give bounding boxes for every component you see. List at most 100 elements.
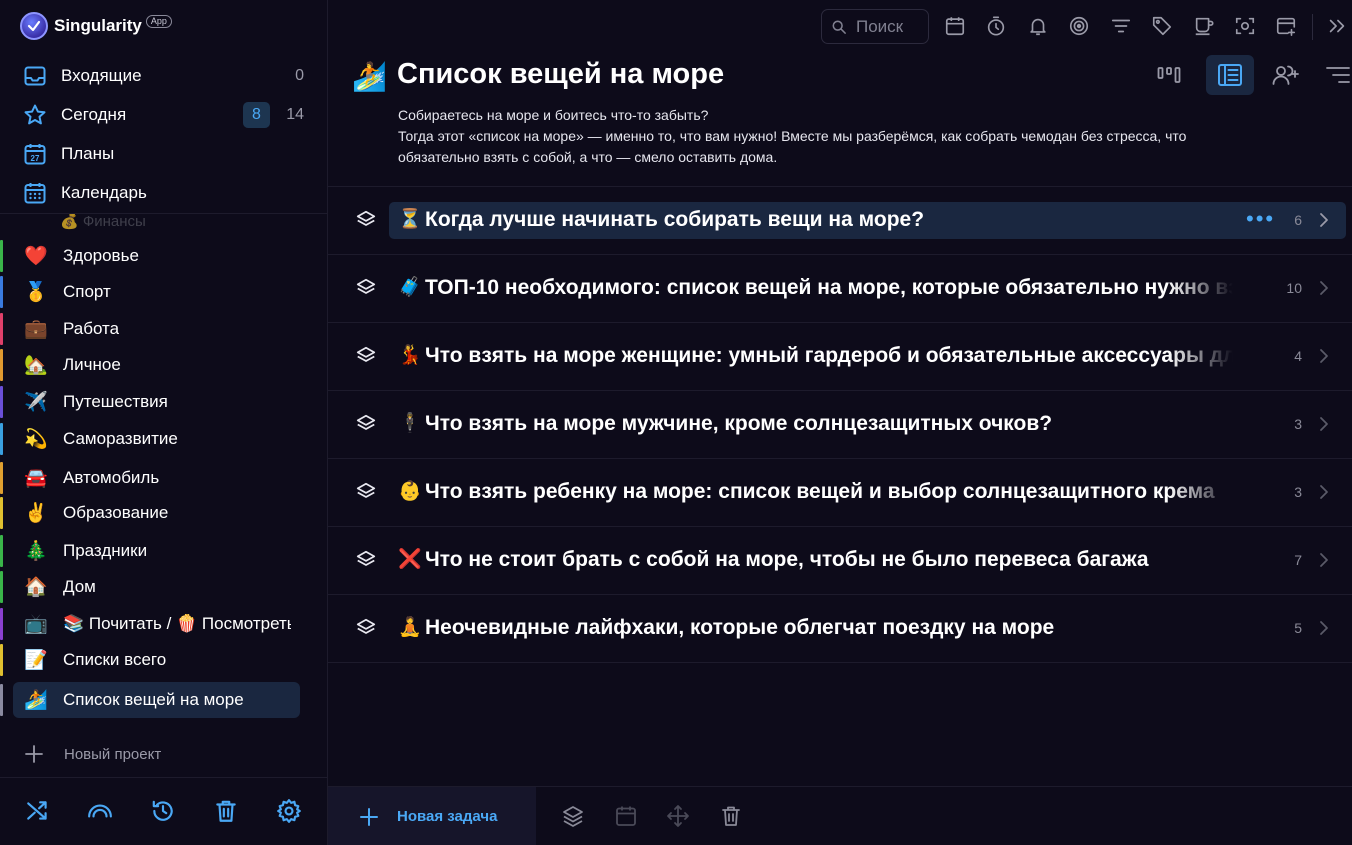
task-row[interactable]: 🧘 Неочевидные лайфхаки, которые облегчат …	[328, 595, 1352, 663]
project-color-bar	[0, 608, 3, 640]
project-item[interactable]: 📺 📚 Почитать / 🍿 Посмотреть	[0, 606, 328, 642]
search-input[interactable]	[856, 16, 928, 37]
page-title[interactable]: Список вещей на море	[397, 58, 724, 91]
chevron-right-icon[interactable]	[1317, 619, 1331, 637]
app-brand[interactable]: Singularity App	[20, 11, 172, 41]
project-item[interactable]: 🥇 Спорт	[0, 274, 328, 310]
calendar-icon[interactable]	[614, 804, 638, 828]
today-badge: 8	[243, 101, 270, 128]
nav-item-today[interactable]: Сегодня 8 14	[0, 95, 328, 134]
project-label: Список вещей на море	[63, 690, 244, 709]
add-member-button[interactable]	[1262, 55, 1310, 95]
calendar-27-icon: 27	[24, 143, 46, 164]
task-row[interactable]: ⏳ Когда лучше начинать собирать вещи на м…	[328, 187, 1352, 255]
filter-icon[interactable]	[1110, 15, 1132, 37]
project-item[interactable]: 💫 Саморазвитие	[0, 421, 328, 457]
project-color-bar	[0, 684, 3, 716]
project-item[interactable]: 🏡 Личное	[0, 347, 328, 383]
chevron-right-icon[interactable]	[1317, 551, 1331, 569]
task-title: ТОП-10 необходимого: список вещей на мор…	[425, 276, 1233, 299]
page-description[interactable]: Собираетесь на море и боитесь что-то заб…	[398, 105, 1278, 168]
scan-icon[interactable]	[1234, 15, 1256, 37]
chevron-right-icon[interactable]	[1317, 211, 1331, 229]
coffee-icon[interactable]	[1193, 15, 1215, 37]
list-view-button[interactable]	[1206, 55, 1254, 95]
calendar-icon[interactable]	[944, 15, 966, 37]
subtasks-icon[interactable]	[355, 413, 377, 435]
task-row[interactable]: 💃 Что взять на море женщине: умный гардер…	[328, 323, 1352, 391]
new-task-label: Новая задача	[397, 808, 498, 825]
project-item[interactable]: 💼 Работа	[0, 311, 328, 347]
subtasks-icon[interactable]	[355, 481, 377, 503]
app-logo-icon	[20, 12, 48, 40]
project-emoji: 🏄	[24, 690, 48, 711]
tag-icon[interactable]	[1151, 15, 1173, 37]
project-emoji: ✈️	[24, 392, 48, 413]
more-options-button[interactable]: •••	[1246, 208, 1275, 230]
chevron-right-icon[interactable]	[1317, 279, 1331, 297]
task-row[interactable]: 🕴 Что взять на море мужчине, кроме солнце…	[328, 391, 1352, 459]
move-icon[interactable]	[666, 804, 690, 828]
top-toolbar	[328, 0, 1352, 54]
new-project-button[interactable]: Новый проект	[24, 744, 161, 764]
history-icon[interactable]	[150, 798, 176, 824]
timer-icon[interactable]	[985, 15, 1007, 37]
trash-icon[interactable]	[719, 804, 743, 828]
project-item-cut[interactable]: 💰 Финансы	[60, 214, 146, 230]
project-color-bar	[0, 571, 3, 603]
project-item[interactable]: ✌️ Образование	[0, 495, 328, 531]
search-box[interactable]	[821, 9, 929, 44]
project-item[interactable]: ❤️ Здоровье	[0, 238, 328, 274]
subtasks-icon[interactable]	[355, 209, 377, 231]
subtask-count: 7	[1294, 552, 1302, 568]
subtasks-icon[interactable]	[355, 549, 377, 571]
subtasks-icon[interactable]	[355, 277, 377, 299]
nav-item-plans[interactable]: 27 Планы	[0, 134, 328, 173]
focus-icon[interactable]	[1068, 15, 1090, 37]
nav-item-inbox[interactable]: Входящие 0	[0, 56, 328, 95]
new-task-button[interactable]: Новая задача	[328, 787, 536, 845]
project-item[interactable]: 🏠 Дом	[0, 569, 328, 605]
layers-icon[interactable]	[561, 804, 585, 828]
project-item[interactable]: 🏄 Список вещей на море	[0, 682, 328, 718]
bell-icon[interactable]	[1027, 15, 1049, 37]
task-title: Неочевидные лайфхаки, которые облегчат п…	[425, 616, 1055, 639]
project-item[interactable]: ✈️ Путешествия	[0, 384, 328, 420]
project-label: Путешествия	[63, 392, 168, 411]
kanban-view-button[interactable]	[1145, 55, 1193, 95]
task-row[interactable]: 👶 Что взять ребенку на море: список вещей…	[328, 459, 1352, 527]
sidebar: Singularity App Входящие 0 Сегодня 8 14 …	[0, 0, 328, 845]
subtasks-icon[interactable]	[355, 345, 377, 367]
nav-label: Входящие	[61, 65, 142, 85]
project-label: Личное	[63, 355, 121, 374]
task-title: Что взять ребенку на море: список вещей …	[425, 480, 1215, 503]
add-window-icon[interactable]	[1275, 15, 1297, 37]
project-item[interactable]: 🚘 Автомобиль	[0, 460, 328, 496]
nav-label: Сегодня	[61, 104, 127, 124]
chevron-right-icon[interactable]	[1317, 347, 1331, 365]
project-item[interactable]: 🎄 Праздники	[0, 533, 328, 569]
project-color-bar	[0, 386, 3, 418]
nav-label: Календарь	[61, 182, 147, 202]
project-color-bar	[0, 349, 3, 381]
chevron-right-icon[interactable]	[1317, 415, 1331, 433]
nav-item-calendar[interactable]: Календарь	[0, 173, 328, 212]
chevron-right-icon[interactable]	[1317, 483, 1331, 501]
sort-button[interactable]	[1314, 55, 1352, 95]
task-emoji: 🧳	[398, 277, 422, 298]
settings-icon[interactable]	[276, 798, 302, 824]
task-row[interactable]: ❌ Что не стоит брать с собой на море, что…	[328, 527, 1352, 595]
task-row[interactable]: 🧳 ТОП-10 необходимого: список вещей на мо…	[328, 255, 1352, 323]
project-emoji: 📺	[24, 614, 48, 635]
project-label: Списки всего	[63, 650, 167, 669]
subtasks-icon[interactable]	[355, 617, 377, 639]
task-emoji: 💃	[398, 345, 422, 366]
task-emoji: ❌	[398, 549, 422, 570]
shuffle-icon[interactable]	[25, 798, 51, 824]
subtask-count: 5	[1294, 620, 1302, 636]
trash-icon[interactable]	[213, 798, 239, 824]
project-item[interactable]: 📝 Списки всего	[0, 642, 328, 678]
project-color-bar	[0, 497, 3, 529]
expand-icon[interactable]	[1326, 15, 1348, 37]
rainbow-icon[interactable]	[87, 798, 113, 824]
